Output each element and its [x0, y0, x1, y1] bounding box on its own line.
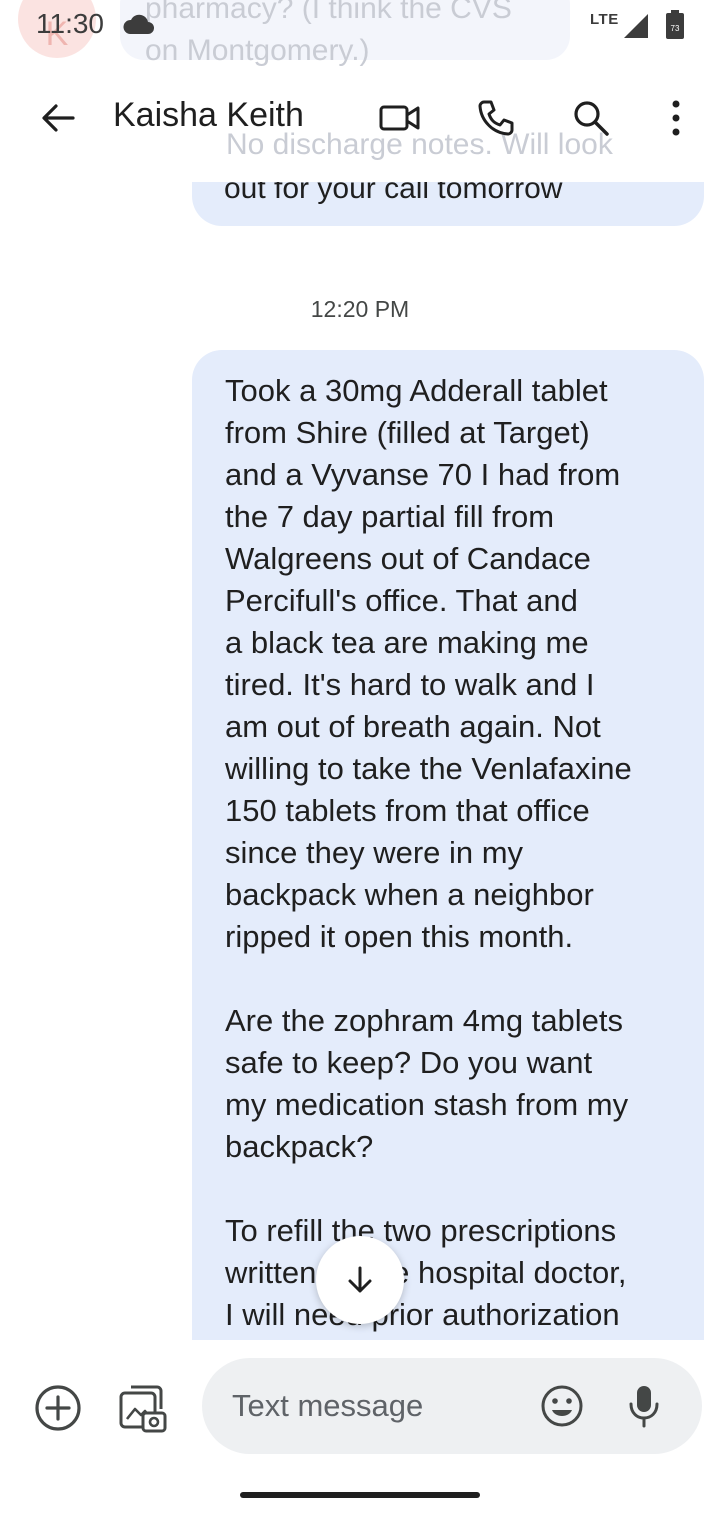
voice-input-button[interactable]: [618, 1380, 670, 1432]
previous-message-clip: out for your call tomorrow: [0, 182, 720, 232]
video-call-button[interactable]: [372, 90, 428, 146]
video-call-icon: [379, 105, 420, 131]
gallery-icon: [119, 1385, 167, 1433]
cloud-icon: [123, 14, 154, 34]
battery-level: 73: [671, 24, 680, 33]
previous-message-text: out for your call tomorrow: [224, 182, 563, 205]
status-time: 11:30: [36, 8, 104, 39]
message-input[interactable]: [232, 1382, 532, 1430]
messages-screen: K pharmacy? (I think the CVS on Montgome…: [0, 0, 720, 1520]
search-button[interactable]: [563, 90, 619, 146]
search-icon: [574, 101, 609, 136]
gallery-button[interactable]: [114, 1380, 170, 1436]
arrow-down-icon: [348, 1266, 372, 1293]
back-button[interactable]: [30, 90, 86, 146]
add-circle-icon: [35, 1385, 81, 1431]
message-timestamp: 12:20 PM: [310, 296, 410, 322]
scroll-to-bottom-button[interactable]: [316, 1236, 404, 1324]
add-attachment-button[interactable]: [30, 1380, 86, 1436]
status-bar: 11:30 LTE 73: [0, 0, 720, 56]
message-text: Took a 30mg Adderall tablet from Shire (…: [225, 373, 632, 1340]
compose-bar: [0, 1340, 720, 1520]
signal-icon: [624, 14, 648, 38]
phone-icon: [478, 100, 514, 136]
previous-message-bubble[interactable]: out for your call tomorrow: [192, 182, 704, 226]
app-bar: Kaisha Keith: [0, 76, 720, 160]
battery-icon: 73: [666, 10, 684, 39]
emoji-icon: [541, 1385, 583, 1427]
message-bubble[interactable]: Took a 30mg Adderall tablet from Shire (…: [192, 350, 704, 1340]
phone-call-button[interactable]: [468, 90, 524, 146]
message-input-field[interactable]: [202, 1358, 702, 1454]
more-vert-icon: [672, 100, 680, 136]
home-indicator[interactable]: [240, 1492, 480, 1498]
mic-icon: [629, 1386, 659, 1428]
more-options-button[interactable]: [648, 90, 704, 146]
contact-name[interactable]: Kaisha Keith: [113, 96, 304, 135]
back-arrow-icon: [42, 104, 75, 132]
network-type: LTE: [590, 11, 619, 28]
emoji-button[interactable]: [536, 1380, 588, 1432]
